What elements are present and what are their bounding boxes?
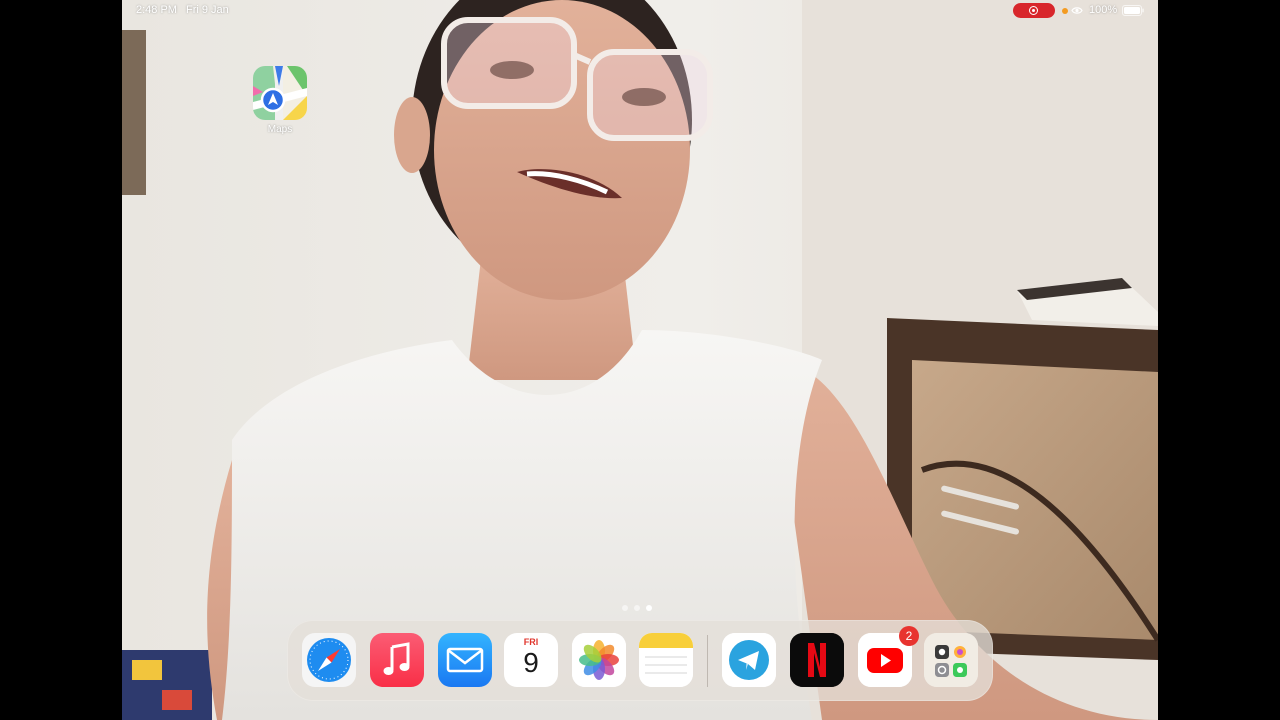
status-bar: 2:48 PM Fri 9 Jan 100% bbox=[122, 0, 1158, 22]
calendar-date-label: 9 bbox=[523, 647, 539, 678]
page-dot bbox=[622, 605, 628, 611]
notes-icon bbox=[639, 633, 693, 687]
telegram-icon bbox=[722, 633, 776, 687]
music-dock-app[interactable] bbox=[370, 633, 424, 687]
youtube-notification-badge: 2 bbox=[899, 626, 919, 646]
page-dot bbox=[634, 605, 640, 611]
safari-dock-app[interactable] bbox=[302, 633, 356, 687]
dock-divider bbox=[707, 635, 708, 687]
telegram-dock-app[interactable] bbox=[722, 633, 776, 687]
music-icon bbox=[370, 633, 424, 687]
app-library-icon bbox=[924, 633, 978, 687]
ipad-screen: 2:48 PM Fri 9 Jan 100% Maps FRI 9 2 bbox=[122, 0, 1158, 720]
status-date: Fri 9 Jan bbox=[186, 4, 229, 16]
photos-dock-app[interactable] bbox=[572, 633, 626, 687]
safari-icon bbox=[302, 633, 356, 687]
netflix-dock-app[interactable] bbox=[790, 633, 844, 687]
app-library-dock-app[interactable] bbox=[924, 633, 978, 687]
calendar-dock-app[interactable]: FRI 9 bbox=[504, 633, 558, 687]
maps-app-icon[interactable] bbox=[253, 66, 307, 120]
mail-dock-app[interactable] bbox=[438, 633, 492, 687]
status-time: 2:48 PM bbox=[136, 4, 177, 16]
netflix-icon bbox=[790, 633, 844, 687]
maps-app-label: Maps bbox=[267, 124, 293, 135]
dock: FRI 9 2 bbox=[287, 620, 993, 701]
screen-recording-indicator[interactable] bbox=[1013, 3, 1055, 18]
microphone-in-use-dot bbox=[1062, 8, 1068, 14]
camera-access-icon bbox=[1071, 7, 1083, 14]
battery-icon bbox=[1122, 5, 1144, 16]
page-indicator[interactable] bbox=[619, 598, 655, 611]
notes-dock-app[interactable] bbox=[639, 633, 693, 687]
battery-percentage: 100% bbox=[1089, 4, 1118, 16]
calendar-day-label: FRI bbox=[523, 637, 539, 647]
maps-icon bbox=[253, 66, 307, 120]
record-icon bbox=[1029, 6, 1038, 15]
photos-icon bbox=[572, 633, 626, 687]
page-dot-current bbox=[646, 605, 652, 611]
mail-icon bbox=[438, 633, 492, 687]
